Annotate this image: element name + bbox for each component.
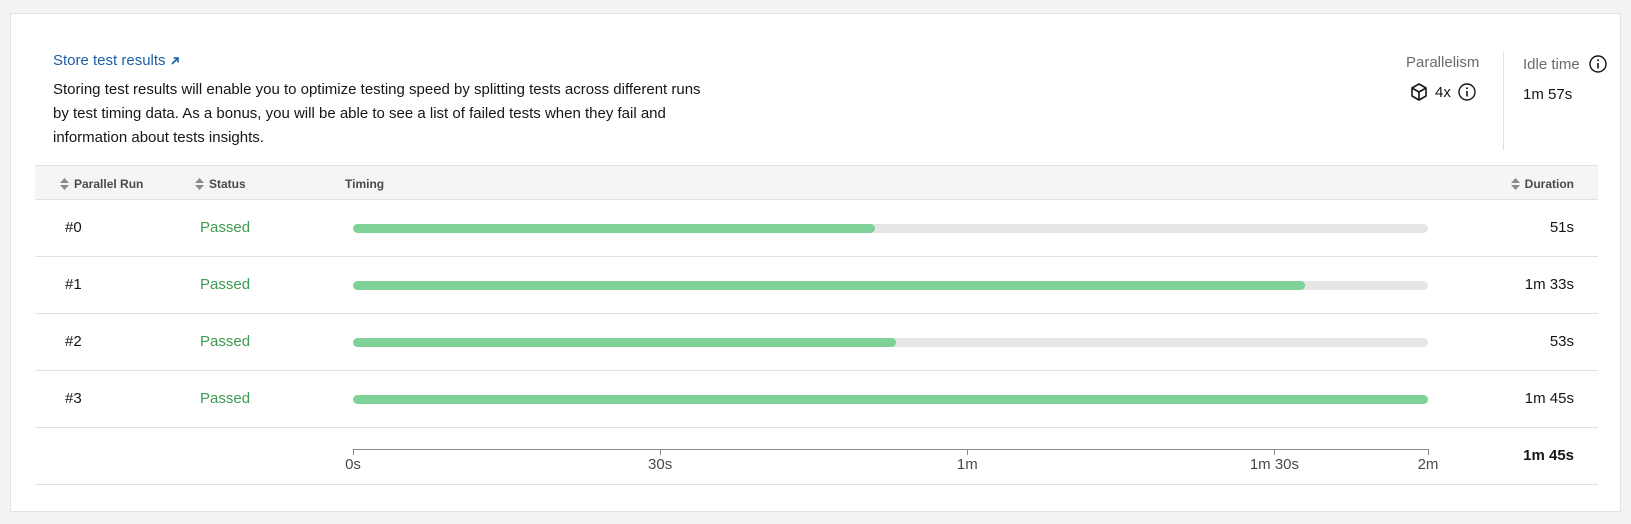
idle-time-info-icon[interactable] <box>1588 54 1608 74</box>
parallelism-value-row: 4x <box>1409 82 1477 102</box>
store-test-results-link[interactable]: Store test results <box>53 52 180 69</box>
parallelism-info-icon[interactable] <box>1457 82 1477 102</box>
table-row[interactable]: #0 Passed 51s <box>35 200 1598 257</box>
column-header-label: Duration <box>1524 177 1574 191</box>
timing-axis-tick-label: 2m <box>1417 456 1439 473</box>
timing-axis-tick <box>1274 449 1276 455</box>
duration-value: 1m 33s <box>1524 276 1574 293</box>
timing-axis-row: 0s 30s 1m 1m 30s 2m 1m 45s <box>35 428 1598 485</box>
run-number: #1 <box>65 276 82 293</box>
run-number: #0 <box>65 219 82 236</box>
status-text: Passed <box>200 219 251 236</box>
timing-axis-tick-label: 30s <box>648 456 673 473</box>
column-header-label: Timing <box>345 177 385 191</box>
column-header-label: Status <box>209 177 246 191</box>
parallelism-label: Parallelism <box>1406 54 1480 71</box>
status-text: Passed <box>200 390 251 407</box>
timing-axis-tick <box>353 449 354 455</box>
timing-axis-tick-label: 1m 30s <box>1249 456 1300 473</box>
status-text: Passed <box>200 276 251 293</box>
sort-icon <box>60 178 69 190</box>
timing-bar-track <box>353 224 1428 233</box>
timing-axis-tick-label: 0s <box>345 456 361 473</box>
table-row[interactable]: #1 Passed 1m 33s <box>35 257 1598 314</box>
timing-axis-tick <box>660 449 662 455</box>
column-header-label: Parallel Run <box>74 177 144 191</box>
status-text: Passed <box>200 333 251 350</box>
column-header-timing: Timing <box>345 177 384 191</box>
duration-value: 53s <box>1549 333 1574 350</box>
run-number: #2 <box>65 333 82 350</box>
timing-bar-fill <box>353 281 1306 290</box>
idle-time-value: 1m 57s <box>1523 86 1573 103</box>
timing-bar-track <box>353 281 1428 290</box>
idle-time-label: Idle time <box>1523 55 1580 73</box>
external-link-icon <box>170 56 180 66</box>
store-results-description: Storing test results will enable you to … <box>53 81 701 146</box>
timing-axis-tick <box>967 449 969 455</box>
table-row[interactable]: #3 Passed 1m 45s <box>35 371 1598 428</box>
store-test-results-label: Store test results <box>53 52 166 69</box>
timing-bar-fill <box>353 224 876 233</box>
table-row[interactable]: #2 Passed 53s <box>35 314 1598 371</box>
timing-bar-fill <box>353 395 1428 404</box>
column-header-duration[interactable]: Duration <box>1510 177 1574 191</box>
duration-value: 1m 45s <box>1524 390 1574 407</box>
parallelism-value: 4x <box>1435 83 1451 101</box>
table-header: Parallel Run Status Timing Duration <box>35 165 1598 200</box>
run-number: #3 <box>65 390 82 407</box>
timing-bar-track <box>353 338 1428 347</box>
box-icon <box>1409 82 1429 102</box>
timing-axis-tick-label: 1m <box>956 456 978 473</box>
idle-time-label-row: Idle time <box>1523 54 1608 74</box>
sort-icon <box>195 178 204 190</box>
duration-value: 51s <box>1549 219 1574 236</box>
timing-axis-tick <box>1428 449 1429 455</box>
parallel-runs-table: Parallel Run Status Timing Duration #0 P… <box>35 165 1598 485</box>
stats-divider <box>1503 52 1504 150</box>
column-header-status[interactable]: Status <box>195 177 246 191</box>
timing-bar-fill <box>353 338 896 347</box>
column-header-parallel-run[interactable]: Parallel Run <box>60 177 143 191</box>
timing-bar-track <box>353 395 1428 404</box>
timing-axis-line <box>353 449 1428 450</box>
total-duration: 1m 45s <box>1523 447 1574 464</box>
sort-icon <box>1510 178 1520 190</box>
